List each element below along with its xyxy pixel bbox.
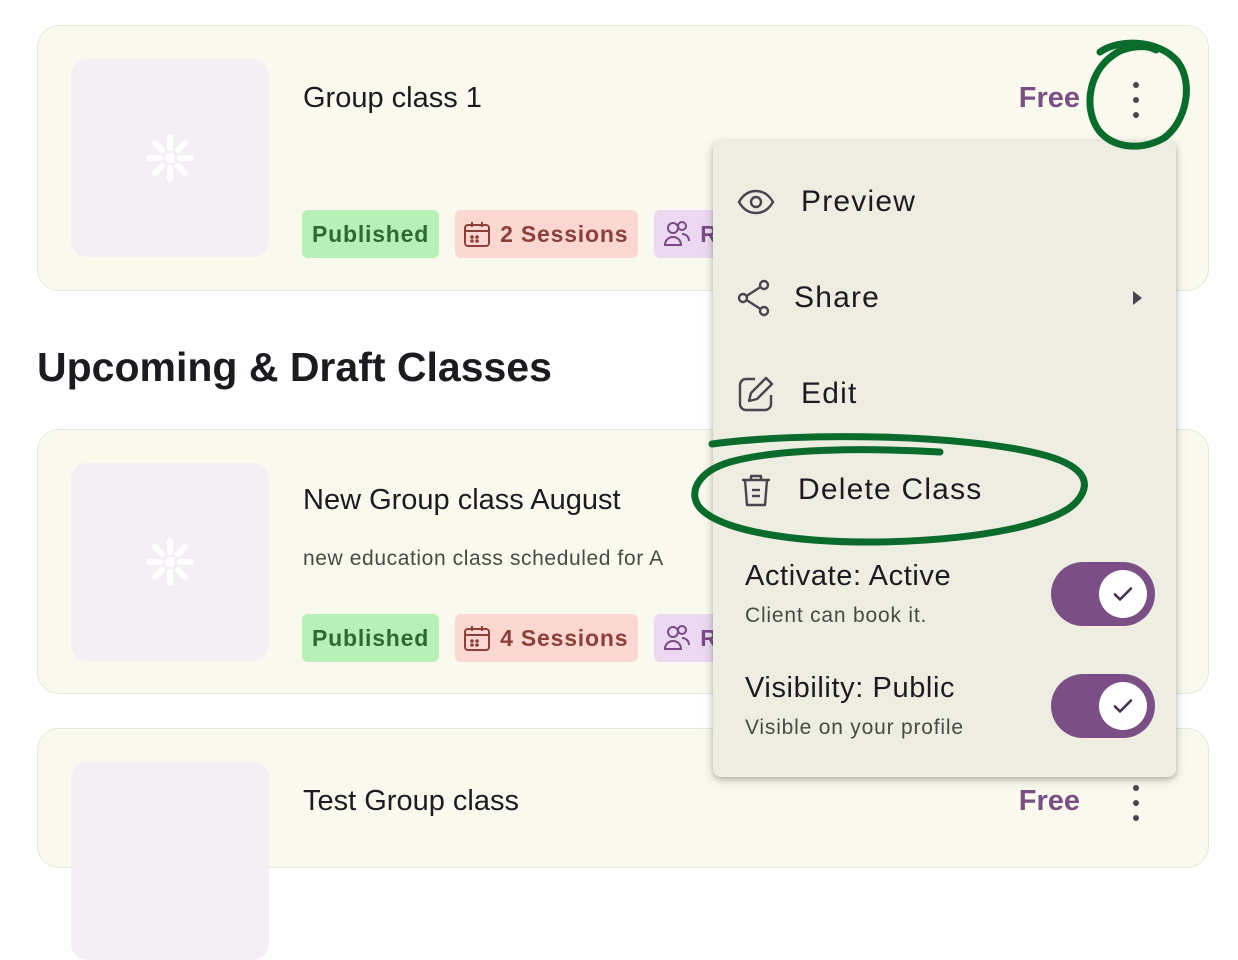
check-icon <box>1113 587 1133 601</box>
section-title: Upcoming & Draft Classes <box>37 344 552 390</box>
submenu-arrow-icon <box>1133 291 1142 305</box>
visibility-toggle[interactable] <box>1051 674 1155 738</box>
toggle-knob <box>1099 570 1147 618</box>
eye-icon <box>737 183 775 221</box>
sessions-badge: 2 Sessions <box>455 210 639 258</box>
class-description: new education class scheduled for A <box>303 547 664 570</box>
menu-item-preview[interactable]: Preview <box>713 162 1176 242</box>
edit-icon <box>737 375 775 413</box>
setting-subtitle: Client can book it. <box>745 604 928 627</box>
class-chips: Published 4 Sessions R <box>302 614 728 662</box>
calendar-icon <box>464 222 491 247</box>
sessions-badge: 4 Sessions <box>455 614 639 662</box>
trash-icon <box>737 471 775 509</box>
price-label: Free <box>1018 82 1080 114</box>
activate-toggle[interactable] <box>1051 562 1155 626</box>
more-options-button[interactable] <box>1124 781 1148 825</box>
visibility-setting: Visibility: Public Visible on your profi… <box>745 672 1155 754</box>
users-icon <box>664 625 691 650</box>
menu-item-delete-class[interactable]: Delete Class <box>713 450 1176 530</box>
kebab-menu-icon <box>1133 785 1139 821</box>
class-thumbnail <box>71 463 269 661</box>
menu-item-label: Delete Class <box>798 473 983 506</box>
price-label: Free <box>1018 785 1080 817</box>
class-chips: Published 2 Sessions R <box>302 210 728 258</box>
menu-item-label: Edit <box>801 377 858 410</box>
class-options-menu: Preview Share Edit Delete Class Activate… <box>713 141 1176 777</box>
menu-item-share[interactable]: Share <box>713 258 1176 338</box>
class-thumbnail <box>71 59 269 257</box>
sessions-label: 4 Sessions <box>500 624 629 651</box>
class-title: Group class 1 <box>303 82 482 114</box>
calendar-icon <box>464 626 491 651</box>
activate-setting: Activate: Active Client can book it. <box>745 560 1155 642</box>
users-icon <box>664 221 691 246</box>
menu-item-label: Share <box>794 281 881 314</box>
kebab-menu-icon <box>1133 82 1139 118</box>
sessions-label: 2 Sessions <box>500 220 629 247</box>
placeholder-logo-icon <box>146 538 194 586</box>
class-thumbnail <box>71 762 269 960</box>
share-icon <box>737 279 775 317</box>
toggle-knob <box>1099 682 1147 730</box>
class-title: New Group class August <box>303 484 621 516</box>
placeholder-logo-icon <box>146 134 194 182</box>
class-title: Test Group class <box>303 785 519 817</box>
setting-title: Activate: Active <box>745 560 952 592</box>
status-badge: Published <box>302 614 440 662</box>
status-badge: Published <box>302 210 440 258</box>
more-options-button[interactable] <box>1124 78 1148 122</box>
check-icon <box>1113 699 1133 713</box>
menu-item-edit[interactable]: Edit <box>713 354 1176 434</box>
menu-item-label: Preview <box>801 185 917 218</box>
setting-subtitle: Visible on your profile <box>745 716 964 739</box>
setting-title: Visibility: Public <box>745 672 956 704</box>
